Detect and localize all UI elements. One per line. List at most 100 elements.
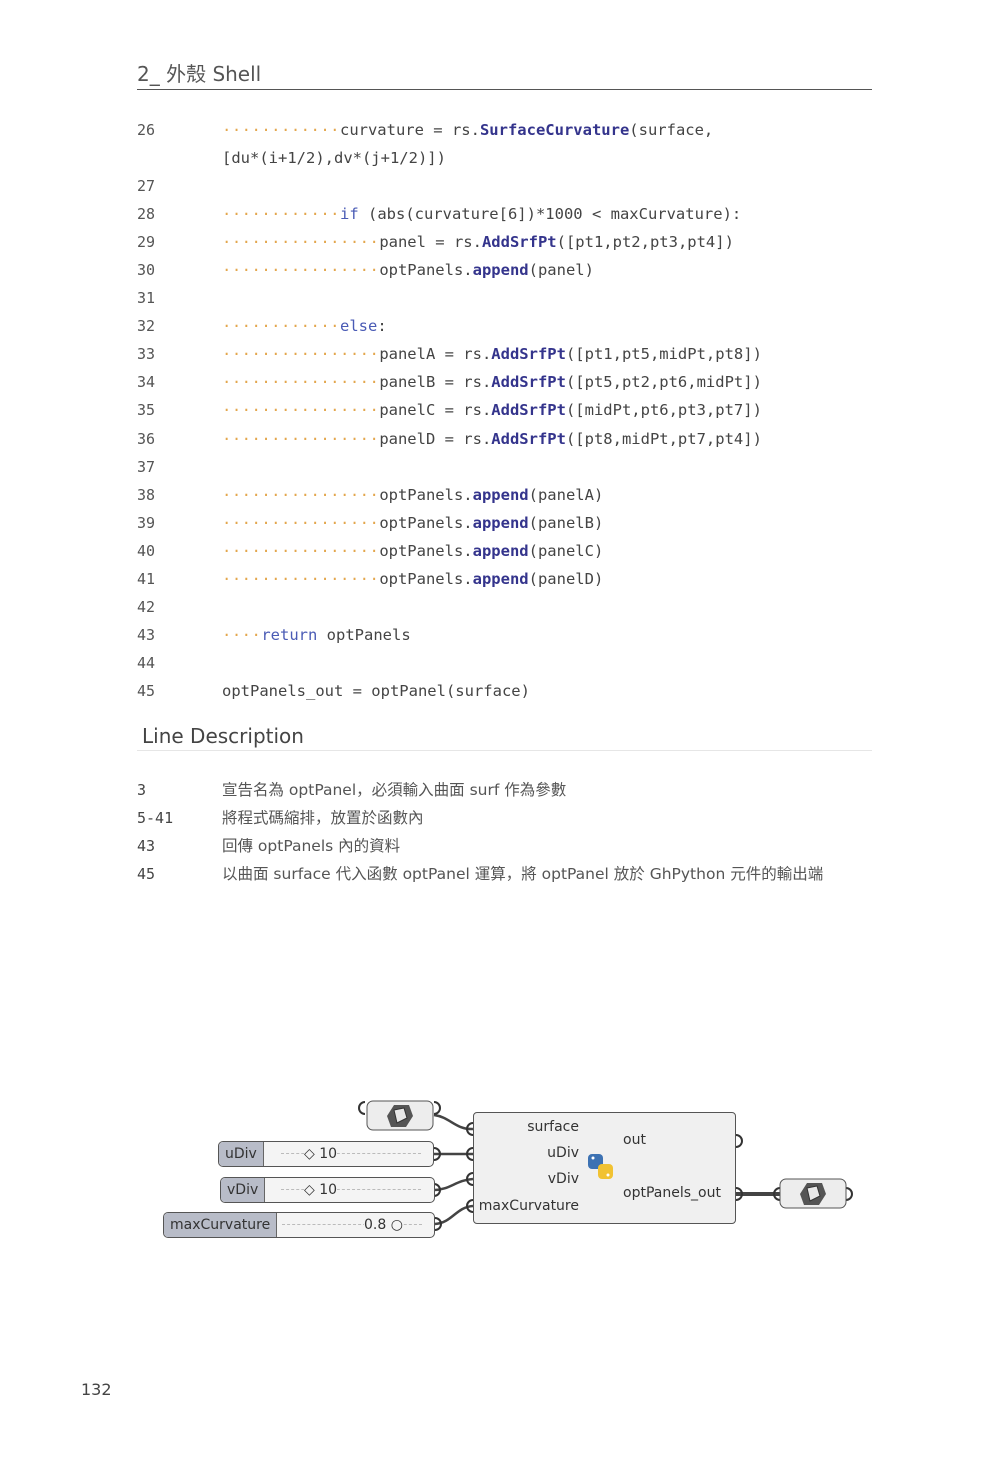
indent-dots: ···· (222, 625, 262, 644)
code-line: 27 (137, 172, 877, 200)
indent-dots: ················ (222, 485, 380, 504)
description-row: 45 以曲面 surface 代入函數 optPanel 運算，將 optPane… (137, 860, 877, 888)
code-line: 45 optPanels_out = optPanel(surface) (137, 677, 877, 705)
maxcurvature-slider[interactable]: maxCurvature 0.8 ○ (163, 1212, 435, 1238)
code-text: optPanels. (379, 261, 473, 280)
code-line: 40 ················optPanels.append(panel… (137, 537, 877, 565)
udiv-track (281, 1153, 421, 1155)
description-row: 43 回傳 optPanels 內的資料 (137, 832, 877, 860)
code-line: 34 ················panelB = rs.AddSrfPt([… (137, 368, 877, 396)
code-line: 37 (137, 453, 877, 481)
input-surface: surface (527, 1119, 579, 1135)
output-out: out (623, 1132, 646, 1148)
code-function: append (472, 569, 529, 588)
code-line-number: 27 (137, 177, 156, 196)
indent-dots: ················ (222, 345, 380, 364)
code-text: optPanels (317, 625, 411, 644)
code-text: panelC = rs. (379, 401, 492, 420)
code-function: AddSrfPt (491, 345, 566, 364)
code-text: (panelB) (528, 513, 604, 532)
chapter-header: 2_ 外殼 Shell (137, 62, 262, 86)
code-text: (panel) (528, 261, 594, 280)
code-function: AddSrfPt (491, 373, 566, 392)
code-line-text: ················panelD = rs.AddSrfPt([pt… (222, 425, 762, 453)
code-line: 33 ················panelA = rs.AddSrfPt([… (137, 340, 877, 368)
description-line-ref: 45 (137, 865, 156, 883)
description-line-ref: 43 (137, 837, 156, 855)
code-line-number: 32 (137, 317, 156, 336)
code-line-text: ················optPanels.append(panelA) (222, 481, 603, 509)
code-text: (panelC) (528, 541, 604, 560)
description-row: 3 宣告名為 optPanel，必須輸入曲面 surf 作為參數 (137, 776, 877, 804)
indent-dots: ················ (222, 429, 380, 448)
code-text: : (377, 317, 387, 336)
code-line: 35 ················panelC = rs.AddSrfPt([… (137, 396, 877, 424)
indent-dots: ················ (222, 569, 380, 588)
indent-dots: ················ (222, 233, 380, 252)
code-line-number: 42 (137, 597, 156, 616)
description-row: 5-41 將程式碼縮排，放置於函數內 (137, 804, 877, 832)
code-text: optPanels. (379, 485, 473, 504)
code-function: AddSrfPt (491, 401, 566, 420)
input-maxcurvature: maxCurvature (478, 1198, 579, 1214)
code-line-number: 26 (137, 121, 156, 139)
output-optpanels: optPanels_out (623, 1185, 721, 1201)
code-line-text: ················panelB = rs.AddSrfPt([pt… (222, 368, 762, 396)
code-text: (abs(curvature[6])*1000 < maxCurvature): (358, 205, 742, 224)
code-line-number: 35 (137, 401, 156, 420)
code-line-text: optPanels_out = optPanel(surface) (222, 677, 530, 705)
code-keyword: else (339, 317, 378, 336)
udiv-value: ◇ 10 (304, 1142, 338, 1166)
indent-dots: ················ (222, 541, 380, 560)
code-line-text: ············if (abs(curvature[6])*1000 <… (222, 200, 741, 228)
code-line: 42 (137, 593, 877, 621)
code-line-number: 28 (137, 205, 156, 224)
code-line: 31 (137, 284, 877, 312)
header-rule (137, 89, 872, 90)
code-line-text: ················panelA = rs.AddSrfPt([pt… (222, 340, 762, 368)
line-description-list: 3 宣告名為 optPanel，必須輸入曲面 surf 作為參數 5-41 將程式碼縮… (137, 776, 877, 888)
code-line-text: ················optPanels.append(panelC) (222, 537, 603, 565)
code-line: 29 ················panel = rs.AddSrfPt([p… (137, 228, 877, 256)
code-line-number: 30 (137, 261, 156, 280)
indent-dots: ············ (222, 121, 340, 139)
ghpython-component[interactable]: surface uDiv vDiv maxCurvature out optPa… (473, 1112, 736, 1224)
indent-dots: ············ (222, 317, 340, 336)
udiv-slider[interactable]: uDiv ◇ 10 (218, 1141, 434, 1167)
vdiv-slider[interactable]: vDiv ◇ 10 (220, 1177, 435, 1203)
code-text: ([pt1,pt2,pt3,pt4]) (556, 233, 734, 252)
code-line-text: ············curvature = rs.SurfaceCurvat… (222, 116, 713, 144)
code-line: 28 ············if (abs(curvature[6])*1000… (137, 200, 877, 228)
code-line-number: 41 (137, 569, 156, 588)
code-line: 43 ····return optPanels (137, 621, 877, 649)
code-line: 36 ················panelD = rs.AddSrfPt([… (137, 425, 877, 453)
vdiv-label: vDiv (221, 1178, 266, 1202)
code-line: 30 ················optPanels.append(panel… (137, 256, 877, 284)
code-line: 44 (137, 649, 877, 677)
description-text: 回傳 optPanels 內的資料 (222, 837, 401, 855)
code-line-text: ················optPanels.append(panel) (222, 256, 594, 284)
code-text: ([pt5,pt2,pt6,midPt]) (565, 373, 762, 392)
grasshopper-diagram: uDiv ◇ 10 vDiv ◇ 10 maxCurvature 0.8 ○ s… (160, 1095, 860, 1255)
code-function: AddSrfPt (481, 233, 557, 252)
code-line-number: 33 (137, 345, 156, 364)
vdiv-track (281, 1189, 421, 1191)
code-text: optPanels_out = optPanel(surface) (222, 681, 530, 700)
code-line: [du*(i+1/2),dv*(j+1/2)]) (137, 144, 877, 172)
udiv-label: uDiv (219, 1142, 264, 1166)
code-text: optPanels. (379, 569, 473, 588)
code-line: 32 ············else: (137, 312, 877, 340)
page-number: 132 (81, 1380, 112, 1399)
indent-dots: ················ (222, 401, 380, 420)
code-keyword: if (339, 205, 359, 224)
maxcurvature-label: maxCurvature (164, 1213, 278, 1237)
code-line-text: ················optPanels.append(panelB) (222, 509, 603, 537)
line-description-rule (137, 750, 872, 751)
code-text: (panelA) (528, 485, 604, 504)
code-text: optPanels. (379, 541, 473, 560)
code-line: 26 ············curvature = rs.SurfaceCurv… (137, 116, 877, 144)
code-line-number: 29 (137, 233, 156, 252)
description-text: 以曲面 surface 代入函數 optPanel 運算，將 optPanel … (222, 865, 824, 883)
code-line-number: 34 (137, 373, 156, 392)
code-text: panelB = rs. (379, 373, 492, 392)
